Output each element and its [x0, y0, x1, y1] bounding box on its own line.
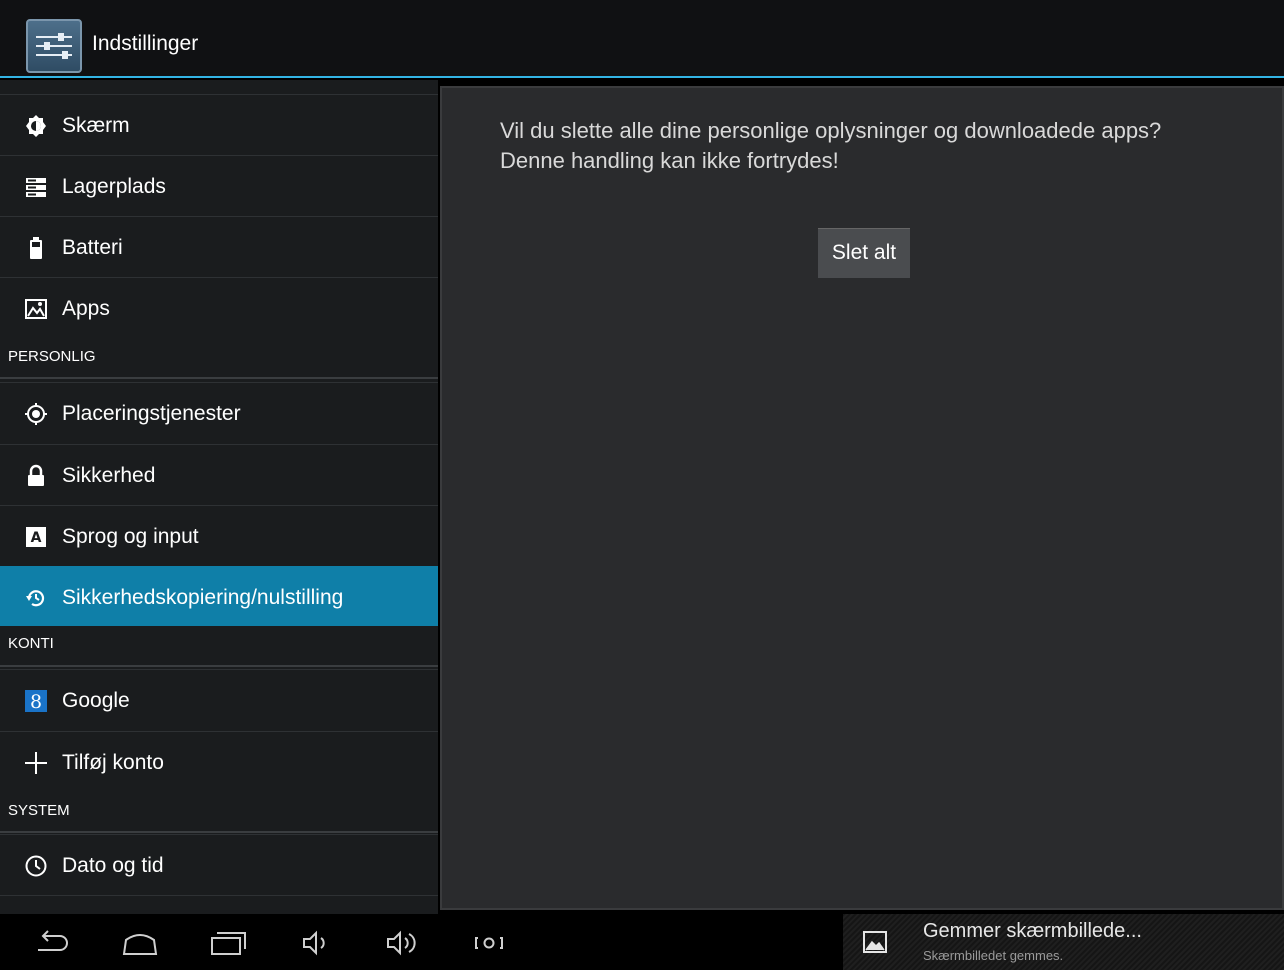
reset-detail-panel: Vil du slette alle dine personlige oplys… [440, 86, 1284, 910]
plus-icon [24, 751, 48, 775]
settings-list: Skærm Lagerplads Batteri Apps PERSONLIG … [0, 80, 438, 914]
sidebar-item-label: Batteri [62, 236, 123, 259]
section-divider [0, 665, 438, 667]
lock-icon [24, 464, 48, 488]
sidebar-item-label: Placeringstjenester [62, 402, 241, 425]
keyboard-icon: A [24, 525, 48, 549]
sidebar-item-label: Sikkerhed [62, 464, 156, 487]
sidebar-item-tilfoej-konto[interactable]: Tilføj konto [0, 731, 438, 791]
screenshot-icon[interactable] [470, 928, 510, 958]
settings-app-icon[interactable] [26, 19, 82, 73]
volume-down-icon[interactable] [298, 928, 338, 958]
sidebar-item-label: Lagerplads [62, 175, 166, 198]
brightness-icon [24, 114, 48, 138]
sidebar-item-google[interactable]: 8 Google [0, 669, 438, 729]
sidebar-item-label: Apps [62, 297, 110, 320]
location-icon [24, 402, 48, 426]
section-header-konti: KONTI [8, 635, 54, 652]
recent-apps-icon[interactable] [208, 928, 248, 958]
storage-icon [24, 175, 48, 199]
svg-text:8: 8 [30, 691, 42, 713]
erase-everything-button[interactable]: Slet alt [818, 228, 910, 278]
sidebar-item-label: Sprog og input [62, 525, 199, 548]
sidebar-item-lagerplads[interactable]: Lagerplads [0, 155, 438, 215]
page-title: Indstillinger [92, 32, 199, 55]
image-icon [861, 928, 891, 956]
section-divider [0, 831, 438, 833]
sidebar-item-label: Skærm [62, 114, 130, 137]
section-header-system: SYSTEM [8, 802, 70, 819]
sidebar-item-label: Google [62, 689, 130, 712]
backup-icon [24, 586, 48, 610]
google-icon: 8 [24, 689, 48, 713]
svg-text:A: A [31, 530, 42, 546]
sidebar-item-sikkerhedskopiering[interactable]: Sikkerhedskopiering/nulstilling [0, 566, 438, 626]
battery-icon [24, 236, 48, 260]
section-divider [0, 377, 438, 379]
apps-icon [24, 297, 48, 321]
sidebar-item-dato-og-tid[interactable]: Dato og tid [0, 834, 438, 894]
screenshot-notification[interactable]: Gemmer skærmbillede... Skærmbilledet gem… [843, 914, 1284, 970]
reset-warning-text: Vil du slette alle dine personlige oplys… [500, 118, 1162, 173]
clock-icon [24, 854, 48, 878]
sidebar-item-sprog-og-input[interactable]: A Sprog og input [0, 505, 438, 565]
volume-up-icon[interactable] [384, 928, 424, 958]
sidebar-item-label: Tilføj konto [62, 751, 164, 774]
notification-subtitle: Skærmbilledet gemmes. [923, 948, 1064, 963]
home-icon[interactable] [120, 928, 160, 958]
notification-title: Gemmer skærmbillede... [923, 920, 1142, 942]
sidebar-item-sikkerhed[interactable]: Sikkerhed [0, 444, 438, 504]
sidebar-item-label: Sikkerhedskopiering/nulstilling [62, 586, 344, 609]
sidebar-item-apps[interactable]: Apps [0, 277, 438, 337]
sidebar-item-batteri[interactable]: Batteri [0, 216, 438, 276]
sidebar-item-label: Dato og tid [62, 854, 164, 877]
action-bar: Indstillinger [0, 0, 1284, 78]
sidebar-item-partial[interactable] [0, 895, 438, 914]
sidebar-item-placeringstjenester[interactable]: Placeringstjenester [0, 382, 438, 442]
section-header-personlig: PERSONLIG [8, 348, 96, 365]
sidebar-item-skaerm[interactable]: Skærm [0, 94, 438, 154]
back-icon[interactable] [32, 928, 72, 958]
